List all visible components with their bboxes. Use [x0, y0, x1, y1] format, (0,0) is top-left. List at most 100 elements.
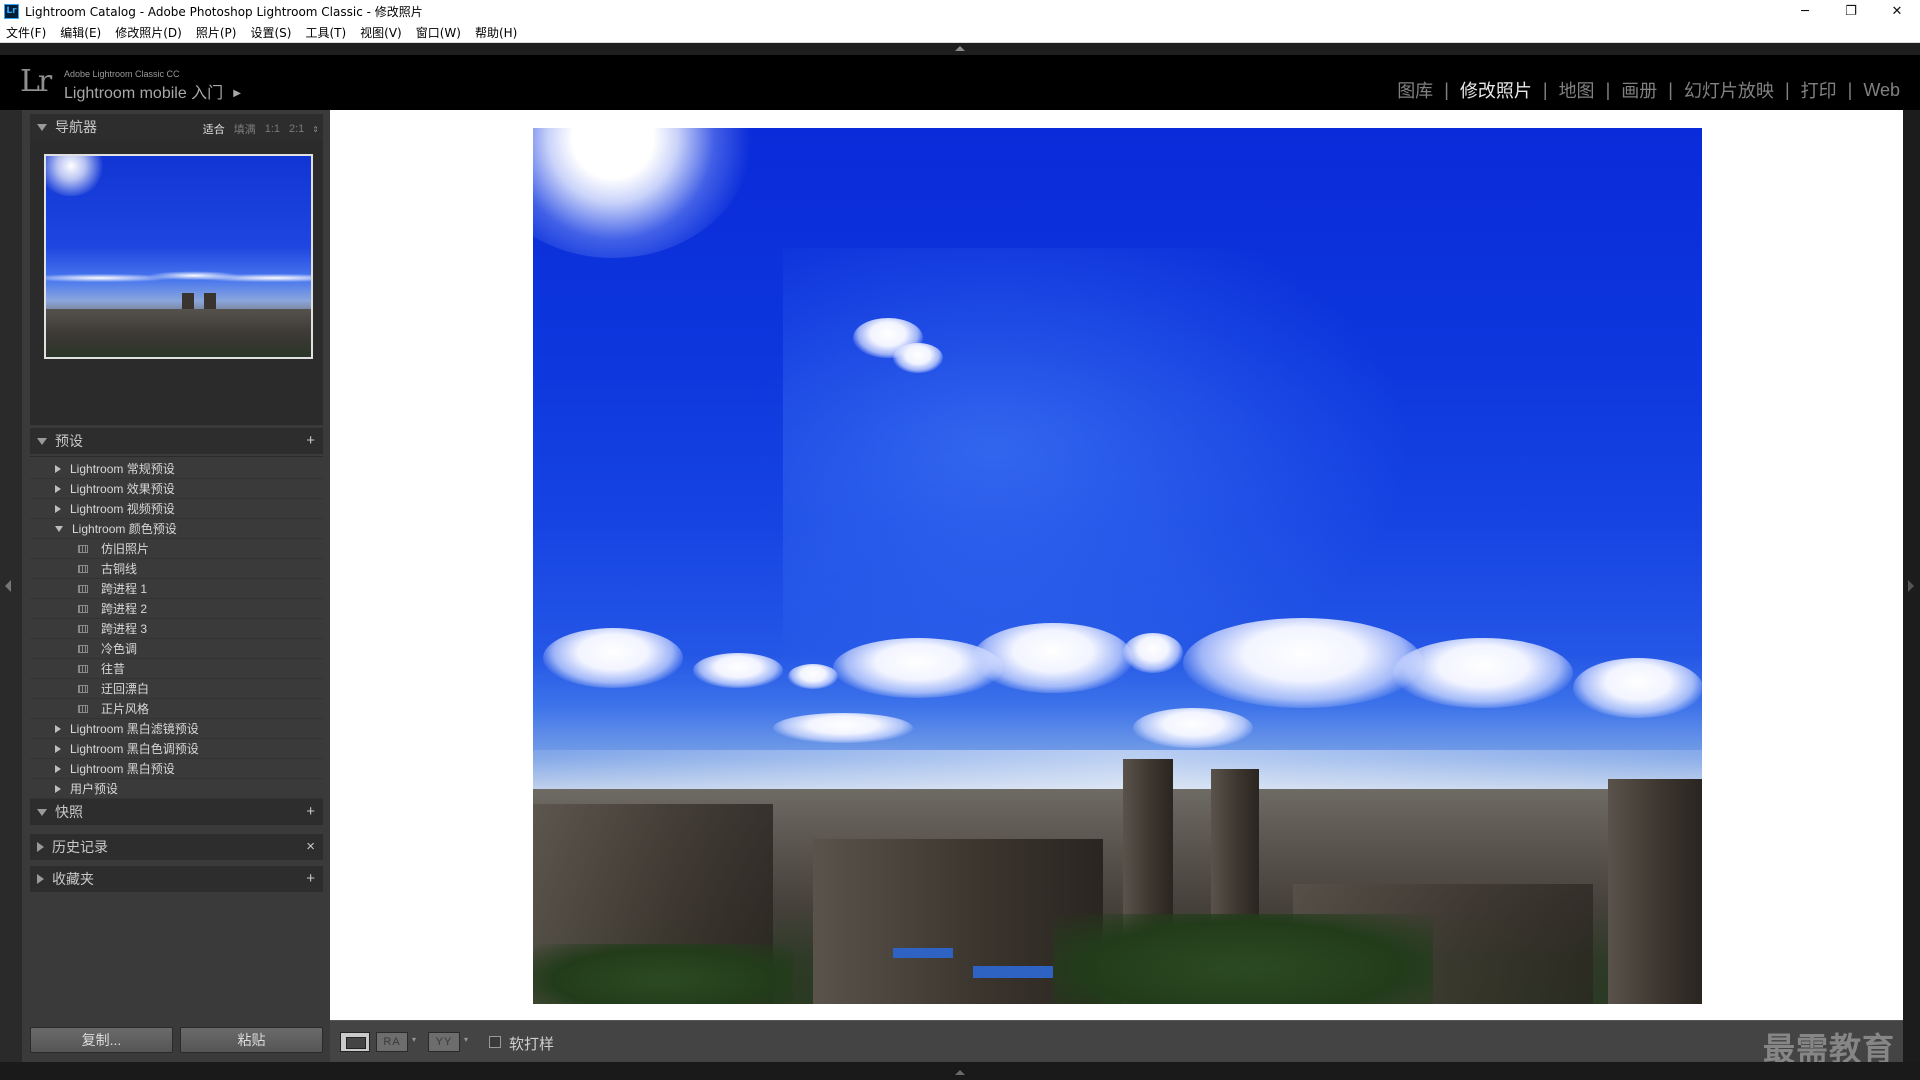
module-slideshow[interactable]: 幻灯片放映: [1684, 77, 1774, 103]
yy-compare-button[interactable]: YY: [428, 1032, 460, 1052]
filmstrip-toggle[interactable]: [0, 1062, 1920, 1080]
main-photo[interactable]: [533, 128, 1702, 1004]
preset-item-label: 跨进程 3: [101, 622, 148, 636]
snapshots-header[interactable]: 快照 +: [30, 799, 323, 825]
module-library[interactable]: 图库: [1397, 77, 1433, 103]
photo-cloud: [1133, 708, 1253, 748]
zoom-fill[interactable]: 填满: [234, 121, 256, 137]
presets-header[interactable]: 预设 +: [30, 428, 323, 454]
preset-group[interactable]: Lightroom 颜色预设: [30, 519, 323, 539]
preset-group[interactable]: Lightroom 黑白预设: [30, 759, 323, 779]
disclosure-closed-icon: [55, 764, 61, 773]
collections-header[interactable]: 收藏夹 +: [30, 866, 323, 892]
loupe-view: [330, 110, 1903, 1020]
preset-group[interactable]: Lightroom 视频预设: [30, 499, 323, 519]
history-header[interactable]: 历史记录 ×: [30, 834, 323, 860]
loupe-view-button[interactable]: [340, 1032, 370, 1052]
menu-window[interactable]: 窗口(W): [416, 24, 461, 41]
left-panel-toggle[interactable]: [0, 110, 22, 1062]
add-snapshot-icon[interactable]: +: [306, 803, 315, 820]
right-panel-toggle[interactable]: [1903, 110, 1920, 1062]
close-button[interactable]: ✕: [1874, 0, 1920, 22]
window-controls: ─ ❐ ✕: [1782, 0, 1920, 22]
menu-photo[interactable]: 照片(P): [196, 24, 237, 41]
preset-icon: [78, 584, 88, 593]
preset-group-label: Lightroom 效果预设: [70, 482, 175, 496]
zoom-2-1[interactable]: 2:1: [289, 123, 304, 135]
restore-button[interactable]: ❐: [1828, 0, 1874, 22]
preset-group-label: Lightroom 常规预设: [70, 462, 175, 476]
preset-item[interactable]: 正片风格: [30, 699, 323, 719]
menu-develop[interactable]: 修改照片(D): [115, 24, 182, 41]
disclosure-closed-icon: [55, 464, 61, 473]
preset-item[interactable]: 冷色调: [30, 639, 323, 659]
clear-history-icon[interactable]: ×: [306, 838, 315, 855]
before-after-dropdown-icon[interactable]: ▾: [412, 1035, 416, 1044]
left-panel: 导航器 适合 填满 1:1 2:1 ⇕ 预设 + Lightroom 常规预设 …: [22, 110, 330, 1062]
copy-settings-button[interactable]: 复制...: [30, 1027, 173, 1053]
zoom-fit[interactable]: 适合: [203, 121, 225, 137]
module-separator: |: [1605, 79, 1611, 100]
photo-cloud: [773, 713, 913, 743]
photo-cloud: [1123, 633, 1183, 673]
add-collection-icon[interactable]: +: [306, 870, 315, 887]
menu-file[interactable]: 文件(F): [6, 24, 46, 41]
preset-group[interactable]: Lightroom 常规预设: [30, 459, 323, 479]
preset-item-label: 跨进程 2: [101, 602, 148, 616]
navigator-header[interactable]: 导航器 适合 填满 1:1 2:1 ⇕: [30, 114, 323, 140]
menu-help[interactable]: 帮助(H): [475, 24, 517, 41]
yy-dropdown-icon[interactable]: ▾: [464, 1035, 468, 1044]
module-print[interactable]: 打印: [1801, 77, 1837, 103]
zoom-stepper-icon[interactable]: ⇕: [312, 125, 319, 134]
preset-item[interactable]: 迂回漂白: [30, 679, 323, 699]
collapse-top-icon: [955, 46, 965, 51]
menu-settings[interactable]: 设置(S): [250, 24, 291, 41]
zoom-1-1[interactable]: 1:1: [265, 123, 280, 135]
photo-cloud: [543, 628, 683, 688]
preset-item[interactable]: 跨进程 1: [30, 579, 323, 599]
before-after-button[interactable]: RA: [376, 1032, 408, 1052]
preset-item-label: 正片风格: [101, 702, 150, 716]
module-develop[interactable]: 修改照片: [1460, 77, 1532, 103]
module-map[interactable]: 地图: [1559, 77, 1595, 103]
preset-item-label: 跨进程 1: [101, 582, 148, 596]
disclosure-open-icon: [37, 437, 47, 445]
module-separator: |: [1847, 79, 1853, 100]
preset-icon: [78, 644, 88, 653]
preset-group[interactable]: 用户预设: [30, 779, 323, 799]
menu-tools[interactable]: 工具(T): [305, 24, 346, 41]
add-preset-icon[interactable]: +: [306, 432, 315, 449]
paste-settings-button[interactable]: 粘贴: [180, 1027, 323, 1053]
minimize-button[interactable]: ─: [1782, 0, 1828, 22]
module-web[interactable]: Web: [1863, 80, 1900, 101]
disclosure-closed-icon: [55, 724, 61, 733]
module-book[interactable]: 画册: [1621, 77, 1657, 103]
right-building: [1608, 779, 1702, 1004]
soft-proof-checkbox[interactable]: [489, 1036, 501, 1048]
brand-main-label: Lightroom mobile 入门: [64, 85, 224, 102]
snapshots-title: 快照: [55, 804, 83, 820]
preset-item[interactable]: 仿旧照片: [30, 539, 323, 559]
preset-icon: [78, 684, 88, 693]
mobile-getting-started[interactable]: Lightroom mobile 入门 ▶: [64, 79, 241, 103]
disclosure-closed-icon: [55, 504, 61, 513]
navigator-thumbnail[interactable]: [44, 154, 313, 359]
preset-group[interactable]: Lightroom 效果预设: [30, 479, 323, 499]
preset-item[interactable]: 古铜线: [30, 559, 323, 579]
lightroom-window: Lr Lightroom Catalog - Adobe Photoshop L…: [0, 0, 1920, 1080]
preset-group[interactable]: Lightroom 黑白滤镜预设: [30, 719, 323, 739]
top-panel-toggle[interactable]: [0, 43, 1920, 55]
preset-item[interactable]: 跨进程 2: [30, 599, 323, 619]
menu-edit[interactable]: 编辑(E): [60, 24, 101, 41]
module-separator: |: [1784, 79, 1790, 100]
presets-title: 预设: [55, 433, 83, 449]
photo-cloud: [1183, 618, 1423, 708]
preset-item[interactable]: 跨进程 3: [30, 619, 323, 639]
preset-group-label: Lightroom 颜色预设: [72, 522, 177, 536]
menu-view[interactable]: 视图(V): [360, 24, 402, 41]
preset-group[interactable]: Lightroom 黑白色调预设: [30, 739, 323, 759]
window-title: Lightroom Catalog - Adobe Photoshop Ligh…: [25, 4, 423, 19]
photo-cloud: [1573, 658, 1702, 718]
window-titlebar: Lr Lightroom Catalog - Adobe Photoshop L…: [0, 0, 1920, 22]
preset-item[interactable]: 往昔: [30, 659, 323, 679]
